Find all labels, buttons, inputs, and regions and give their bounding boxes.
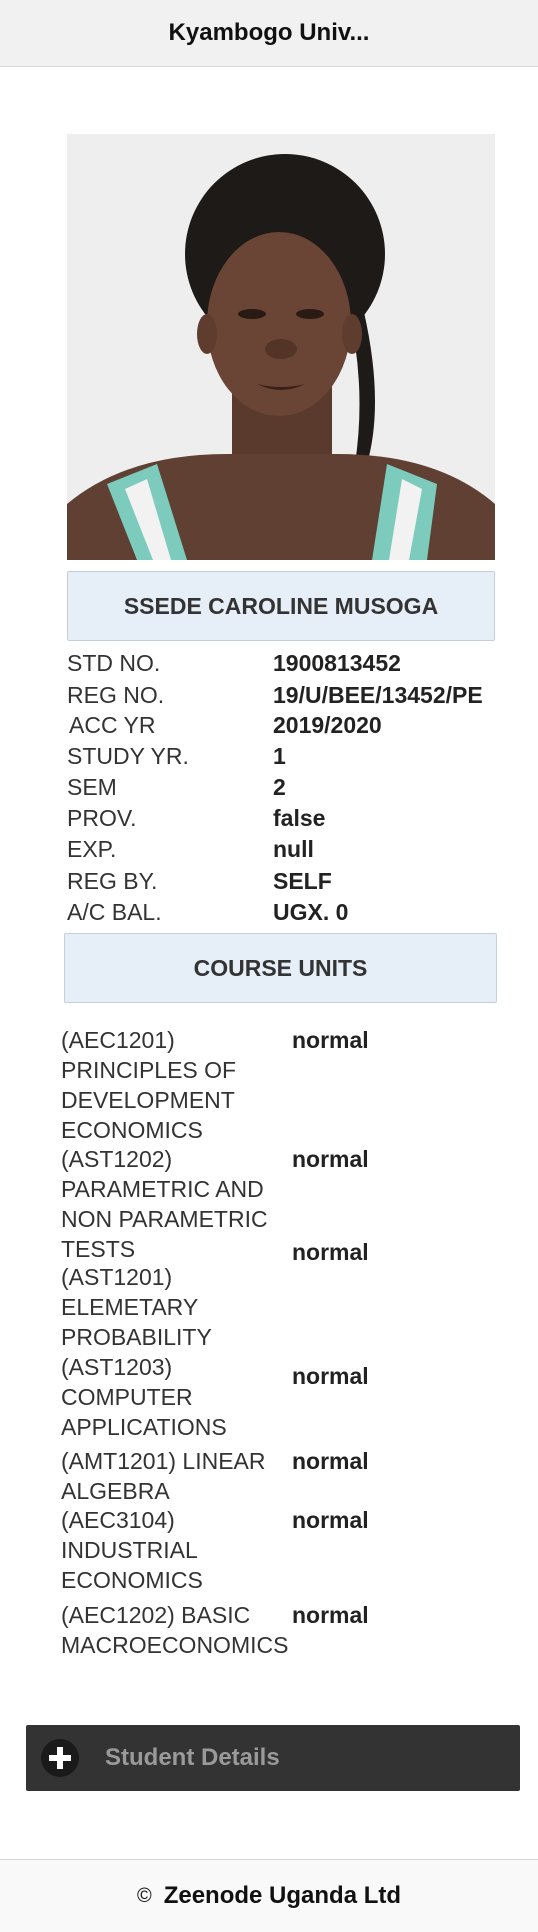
- student-name-box: SSEDE CAROLINE MUSOGA: [67, 571, 495, 641]
- ac-bal-value: UGX. 0: [273, 899, 349, 925]
- student-name: SSEDE CAROLINE MUSOGA: [123, 592, 439, 619]
- study-yr-label: STUDY YR.: [67, 743, 189, 769]
- student-details-collapsible[interactable]: Student Details: [26, 1725, 520, 1791]
- course-unit-status: normal: [292, 1146, 369, 1172]
- sem-value: 2: [273, 774, 286, 800]
- reg-by-value: SELF: [273, 868, 332, 894]
- study-yr-value: 1: [273, 743, 286, 769]
- course-unit-status: normal: [292, 1239, 369, 1265]
- course-unit-name: (AEC1202) BASIC MACROECONOMICS: [61, 1602, 289, 1658]
- student-details-label: Student Details: [105, 1744, 280, 1771]
- copyright-icon: ©: [136, 1884, 152, 1907]
- sem-label: SEM: [67, 774, 117, 800]
- exp-value: null: [273, 836, 314, 862]
- app-header: Kyambogo Univ...: [0, 0, 538, 67]
- course-unit-name: (AST1202) PARAMETRIC AND NON PARAMETRIC …: [61, 1146, 268, 1262]
- course-unit-name: (AMT1201) LINEAR ALGEBRA: [61, 1448, 266, 1504]
- std-no-value: 1900813452: [273, 650, 401, 676]
- acc-yr-label: ACC YR: [69, 712, 156, 738]
- page-title: Kyambogo Univ...: [168, 19, 370, 46]
- course-unit-name: (AST1203) COMPUTER APPLICATIONS: [61, 1354, 227, 1440]
- ac-bal-label: A/C BAL.: [67, 899, 162, 925]
- course-unit-status: normal: [292, 1448, 369, 1474]
- course-unit-name: (AEC3104) INDUSTRIAL ECONOMICS: [61, 1507, 203, 1593]
- reg-no-value: 19/U/BEE/13452/PE: [273, 682, 483, 708]
- footer-company: Zeenode Uganda Ltd: [163, 1882, 402, 1909]
- prov-value: false: [273, 805, 326, 831]
- reg-by-label: REG BY.: [67, 868, 158, 894]
- student-photo: [67, 134, 495, 560]
- std-no-label: STD NO.: [67, 650, 161, 676]
- app-footer: © Zeenode Uganda Ltd: [0, 1859, 538, 1932]
- course-unit-status: normal: [292, 1507, 369, 1533]
- course-unit-status: normal: [292, 1602, 369, 1628]
- course-unit-name: (AEC1201) PRINCIPLES OF DEVELOPMENT ECON…: [61, 1027, 237, 1143]
- exp-label: EXP.: [67, 836, 117, 862]
- course-units-label: COURSE UNITS: [193, 954, 368, 981]
- prov-label: PROV.: [67, 805, 137, 831]
- plus-icon: [41, 1739, 79, 1777]
- course-unit-status: normal: [292, 1027, 369, 1053]
- acc-yr-value: 2019/2020: [273, 712, 382, 738]
- course-unit-name: (AST1201) ELEMETARY PROBABILITY: [61, 1264, 212, 1350]
- course-units-heading: COURSE UNITS: [64, 933, 497, 1003]
- reg-no-label: REG NO.: [67, 682, 165, 708]
- course-unit-status: normal: [292, 1363, 369, 1389]
